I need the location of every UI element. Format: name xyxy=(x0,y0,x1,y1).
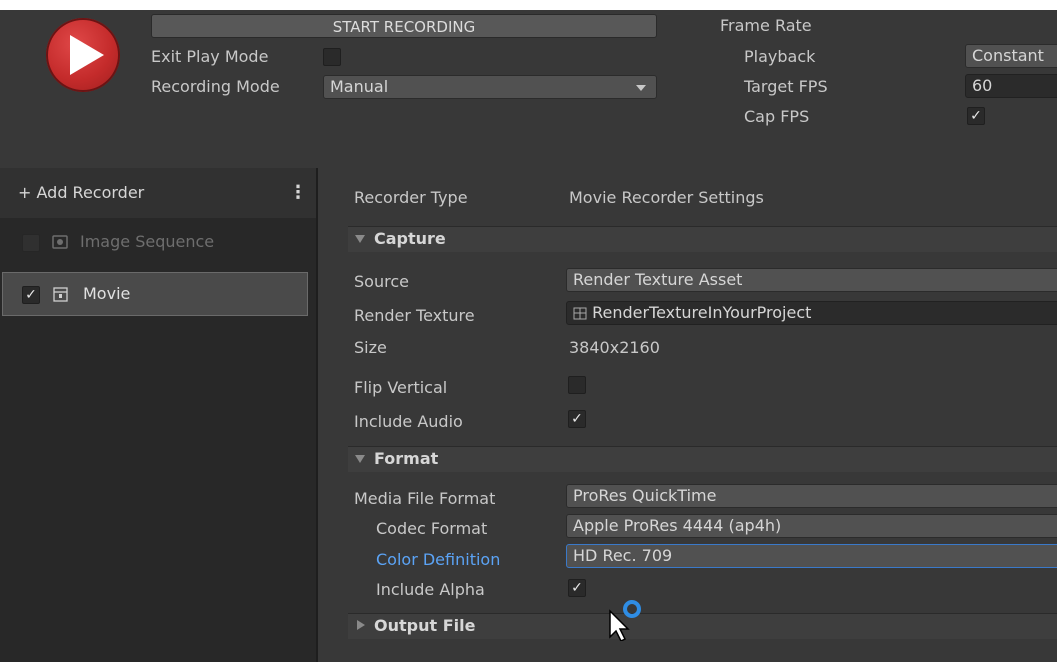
include-audio-checkbox[interactable]: ✓ xyxy=(568,410,586,428)
chevron-down-icon xyxy=(636,85,646,91)
image-icon xyxy=(52,235,68,249)
media-file-format-value: ProRes QuickTime xyxy=(573,486,717,505)
output-file-title: Output File xyxy=(374,616,476,635)
top-edge xyxy=(0,0,1057,10)
add-recorder-button[interactable]: + Add Recorder xyxy=(18,183,144,202)
playback-label: Playback xyxy=(744,47,816,66)
recording-mode-label: Recording Mode xyxy=(151,77,280,96)
list-item-image-sequence[interactable]: Image Sequence xyxy=(0,218,316,268)
codec-format-label: Codec Format xyxy=(376,519,488,538)
frame-rate-label: Frame Rate xyxy=(720,16,812,35)
playback-value: Constant xyxy=(972,46,1044,65)
image-sequence-label: Image Sequence xyxy=(80,232,215,251)
exit-play-mode-label: Exit Play Mode xyxy=(151,47,269,66)
target-fps-label: Target FPS xyxy=(744,77,828,96)
foldout-closed-icon xyxy=(357,620,365,630)
media-file-format-dropdown[interactable]: ProRes QuickTime xyxy=(566,484,1057,508)
target-fps-field[interactable]: 60 xyxy=(965,74,1057,98)
render-texture-value: RenderTextureInYourProject xyxy=(592,303,812,322)
color-definition-label: Color Definition xyxy=(376,550,501,569)
format-section-header[interactable]: Format xyxy=(348,446,1057,472)
include-alpha-label: Include Alpha xyxy=(376,580,485,599)
play-record-button[interactable] xyxy=(46,18,120,92)
media-file-format-label: Media File Format xyxy=(354,489,496,508)
render-texture-icon xyxy=(573,307,587,320)
exit-play-mode-checkbox[interactable] xyxy=(323,48,341,66)
recording-mode-value: Manual xyxy=(330,77,389,96)
movie-checkbox[interactable]: ✓ xyxy=(22,286,40,304)
size-label: Size xyxy=(354,338,387,357)
foldout-open-icon xyxy=(355,455,365,463)
cap-fps-label: Cap FPS xyxy=(744,107,810,126)
codec-format-dropdown[interactable]: Apple ProRes 4444 (ap4h) xyxy=(566,514,1057,538)
list-item-movie[interactable]: ✓ Movie xyxy=(2,272,308,316)
capture-section-header[interactable]: Capture xyxy=(348,226,1057,252)
image-sequence-checkbox[interactable] xyxy=(22,234,40,252)
start-recording-button[interactable]: START RECORDING xyxy=(151,14,657,38)
recording-mode-dropdown[interactable]: Manual xyxy=(323,75,657,99)
mouse-cursor-icon xyxy=(609,600,641,641)
output-file-section-header[interactable]: Output File xyxy=(348,613,1057,639)
movie-icon xyxy=(53,287,68,302)
source-dropdown[interactable]: Render Texture Asset xyxy=(566,268,1057,292)
flip-vertical-label: Flip Vertical xyxy=(354,378,448,397)
target-fps-value: 60 xyxy=(972,76,993,95)
include-audio-label: Include Audio xyxy=(354,412,463,431)
flip-vertical-checkbox[interactable] xyxy=(568,376,586,394)
include-alpha-checkbox[interactable]: ✓ xyxy=(568,579,586,597)
codec-format-value: Apple ProRes 4444 (ap4h) xyxy=(573,516,782,535)
movie-label: Movie xyxy=(83,284,131,303)
recorder-type-value: Movie Recorder Settings xyxy=(569,188,764,207)
render-texture-label: Render Texture xyxy=(354,306,475,325)
format-title: Format xyxy=(374,449,439,468)
foldout-open-icon xyxy=(355,235,365,243)
cap-fps-checkbox[interactable]: ✓ xyxy=(967,107,985,125)
source-label: Source xyxy=(354,272,409,291)
size-value: 3840x2160 xyxy=(569,338,660,357)
playback-dropdown[interactable]: Constant xyxy=(965,44,1057,68)
render-texture-field[interactable]: RenderTextureInYourProject xyxy=(566,301,1057,325)
capture-title: Capture xyxy=(374,229,446,248)
play-icon xyxy=(70,35,104,75)
more-menu-icon[interactable]: ⋮ xyxy=(289,182,307,203)
source-value: Render Texture Asset xyxy=(573,270,743,289)
recorder-type-label: Recorder Type xyxy=(354,188,468,207)
color-definition-value: HD Rec. 709 xyxy=(573,546,673,565)
color-definition-dropdown[interactable]: HD Rec. 709 xyxy=(566,544,1057,568)
